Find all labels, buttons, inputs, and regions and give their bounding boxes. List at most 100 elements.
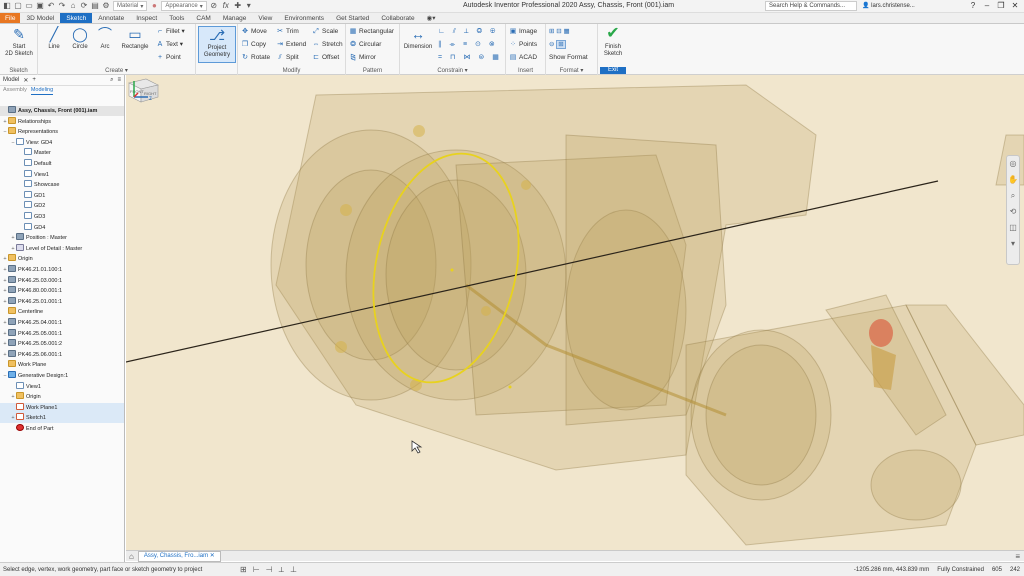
tree-item[interactable]: − Representations	[0, 127, 124, 137]
tab-environments[interactable]: Environments	[278, 13, 330, 23]
app-menu-icon[interactable]: ◧	[3, 2, 11, 10]
tree-item[interactable]: + PK46.21.01.100:1	[0, 265, 124, 275]
tree-item[interactable]: Centerline	[0, 307, 124, 317]
circle-button[interactable]: ◯ Circle	[68, 26, 92, 51]
search-input[interactable]: Search Help & Commands...	[765, 1, 857, 11]
search-icon[interactable]: ⌕	[110, 77, 113, 84]
measure-icon[interactable]: ✚	[234, 2, 242, 10]
close-browser-icon[interactable]: ✕	[23, 77, 28, 84]
arc-button[interactable]: ⌒ Arc	[94, 26, 116, 51]
new-file-icon[interactable]: ▢	[14, 2, 22, 10]
tree-item[interactable]: + Relationships	[0, 116, 124, 127]
update-icon[interactable]: ⟳	[80, 2, 88, 10]
orbit-icon[interactable]: ⟲	[1010, 207, 1017, 217]
tab-collaborate[interactable]: Collaborate	[375, 13, 420, 23]
tree-item[interactable]: + PK46.25.04.001:1	[0, 318, 124, 328]
tree-item[interactable]: GD4	[0, 222, 124, 233]
graphics-viewport[interactable]: FRONT RIGHT ◎ ✋ ⌕ ⟲ ◫ ▾ z	[126, 75, 1024, 550]
tab-3d-model[interactable]: 3D Model	[20, 13, 60, 23]
fillet-button[interactable]: ⌐ Fillet ▾	[156, 27, 185, 36]
look-at-icon[interactable]: ◫	[1009, 223, 1017, 233]
show-format-button[interactable]: Show Format	[549, 53, 588, 62]
user-account[interactable]: 👤 lars.christense...	[862, 2, 915, 9]
rectangle-button[interactable]: ▭ Rectangle	[118, 26, 152, 51]
fx-icon[interactable]: fx	[221, 2, 231, 10]
tree-item[interactable]: + PK46.25.06.001:1	[0, 349, 124, 360]
tab-view[interactable]: View	[252, 13, 278, 23]
menu-icon[interactable]: ≡	[117, 77, 121, 83]
stretch-button[interactable]: ⇔ Stretch	[312, 40, 343, 49]
extend-button[interactable]: ⇥ Extend	[276, 40, 306, 49]
tree-item[interactable]: + Level of Detail : Master	[0, 243, 124, 254]
snap-icon[interactable]: ⊞	[240, 565, 247, 575]
mirror-button[interactable]: ⧎ Mirror	[349, 53, 376, 62]
scale-button[interactable]: ⤢ Scale	[312, 27, 338, 36]
split-button[interactable]: ⫽ Split	[276, 53, 298, 62]
constraint-row-2[interactable]: ∥ ⌯ ≡ ⊙ ⊗	[438, 40, 498, 49]
tree-item[interactable]: GD3	[0, 212, 124, 222]
move-button[interactable]: ✥ Move	[241, 27, 267, 36]
navbar-menu-icon[interactable]: ▾	[1011, 239, 1015, 249]
show-constraints-icon[interactable]: ⊥	[290, 565, 297, 575]
text-button[interactable]: A Text ▾	[156, 40, 183, 49]
dimension-button[interactable]: ↔ Dimension	[402, 26, 434, 51]
start-2d-sketch-button[interactable]: ✎ Start 2D Sketch	[2, 26, 36, 58]
circular-pattern-button[interactable]: ❂ Circular	[349, 40, 381, 49]
copy-button[interactable]: ❐ Copy	[241, 40, 266, 49]
tree-item[interactable]: Work Plane	[0, 360, 124, 370]
tree-item[interactable]: + Sketch1	[0, 413, 124, 424]
project-geometry-button[interactable]: ⎇ Project Geometry	[198, 26, 236, 63]
tab-list-icon[interactable]: ≡	[1015, 552, 1020, 561]
clear-override-icon[interactable]: ⊘	[210, 2, 218, 10]
material-dropdown[interactable]: Material ▾	[113, 1, 148, 11]
help-icon[interactable]: ?	[966, 0, 980, 12]
tab-annotate[interactable]: Annotate	[92, 13, 130, 23]
zoom-icon[interactable]: ⌕	[1011, 191, 1015, 201]
tab-cam[interactable]: CAM	[190, 13, 216, 23]
tree-item[interactable]: GD2	[0, 201, 124, 211]
tree-item[interactable]: + PK46.25.01.001:1	[0, 296, 124, 307]
tab-tools[interactable]: Tools	[163, 13, 190, 23]
format-tools-row[interactable]: ⊞ ⊟ ▦	[549, 27, 570, 36]
open-file-icon[interactable]: ▭	[25, 2, 33, 10]
tree-item[interactable]: − View: GD4	[0, 137, 124, 148]
tab-sketch[interactable]: Sketch	[60, 13, 93, 23]
tab-inspect[interactable]: Inspect	[130, 13, 163, 23]
restore-button[interactable]: ❐	[994, 0, 1008, 12]
tree-item[interactable]: Default	[0, 159, 124, 169]
tab-modeling[interactable]: Modeling	[30, 87, 54, 95]
tab-get-started[interactable]: Get Started	[330, 13, 375, 23]
offset-button[interactable]: ⊏ Offset	[312, 53, 339, 62]
minimize-button[interactable]: –	[980, 0, 994, 12]
appearance-dropdown[interactable]: Appearance ▾	[161, 1, 207, 11]
pan-icon[interactable]: ✋	[1008, 175, 1018, 185]
home-tab-icon[interactable]: ⌂	[129, 552, 134, 561]
finish-sketch-button[interactable]: ✔ Finish Sketch	[599, 26, 627, 58]
undo-icon[interactable]: ↶	[47, 2, 55, 10]
rotate-button[interactable]: ↻ Rotate	[241, 53, 270, 62]
tree-item[interactable]: Work Plane1	[0, 402, 124, 413]
document-tab[interactable]: Assy, Chassis, Fro...iam ✕	[137, 550, 221, 562]
tab-overflow-icon[interactable]: ◉▾	[421, 13, 442, 23]
tree-item[interactable]: End of Part	[0, 424, 124, 434]
tab-assembly[interactable]: Assembly	[3, 87, 27, 95]
tree-item[interactable]: View1	[0, 381, 124, 392]
tree-item[interactable]: Master	[0, 148, 124, 158]
image-button[interactable]: ▣ Image	[509, 27, 537, 36]
tree-item[interactable]: − Generative Design:1	[0, 371, 124, 381]
tree-item[interactable]: + PK46.25.05.001:1	[0, 328, 124, 339]
line-button[interactable]: ╱ Line	[42, 26, 66, 51]
tree-item[interactable]: + PK46.25.03.000:1	[0, 275, 124, 286]
steering-wheel-icon[interactable]: ◎	[1010, 159, 1017, 169]
dof-icon[interactable]: ⟂	[279, 565, 284, 575]
tree-item[interactable]: Assy, Chassis, Front (001).iam	[0, 106, 124, 116]
tree-item[interactable]: View1	[0, 169, 124, 180]
redo-icon[interactable]: ↷	[58, 2, 66, 10]
points-button[interactable]: ⁘ Points	[509, 40, 537, 49]
tree-item[interactable]: + PK46.25.05.001:2	[0, 339, 124, 349]
tree-item[interactable]: + Position : Master	[0, 233, 124, 243]
tree-item[interactable]: GD1	[0, 190, 124, 201]
customize-icon[interactable]: ▾	[245, 2, 253, 10]
home-icon[interactable]: ⌂	[69, 2, 77, 10]
rectangular-pattern-button[interactable]: ▦ Rectangular	[349, 27, 394, 36]
